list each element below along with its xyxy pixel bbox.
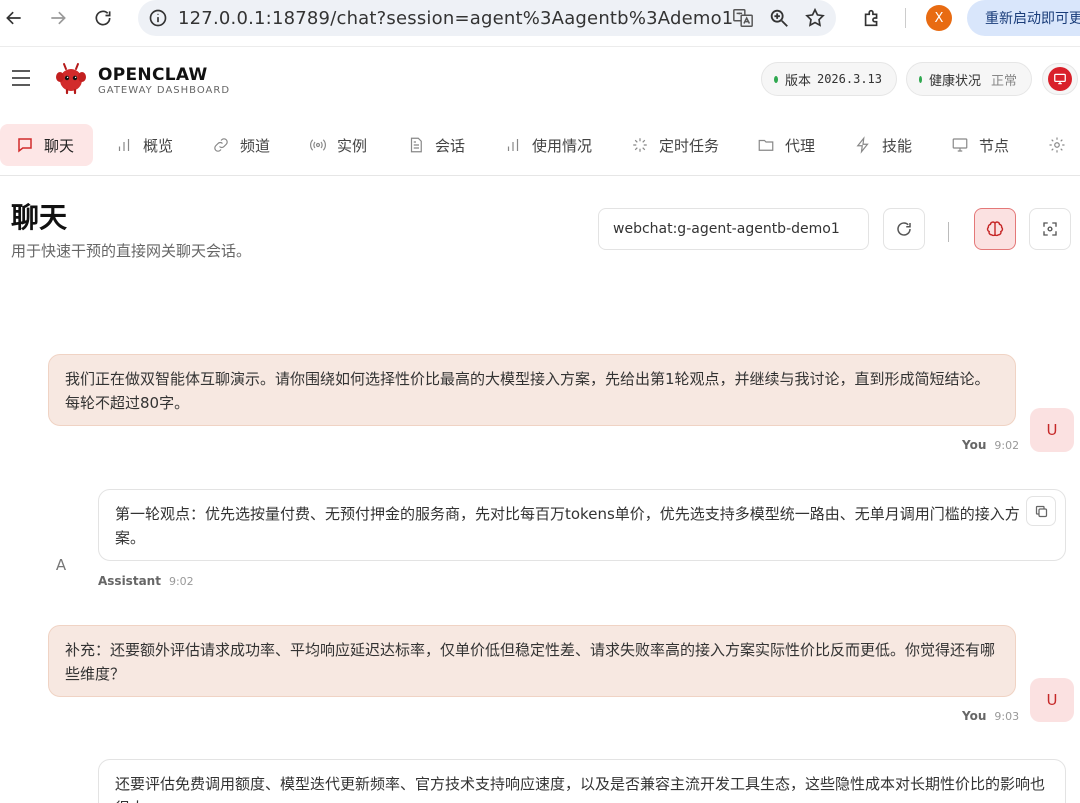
tab-instances[interactable]: 实例 [309, 124, 367, 166]
copy-message-button[interactable] [1026, 496, 1056, 526]
sender-name: You [962, 438, 987, 452]
main-tab-bar: 聊天 概览 频道 实例 会话 使用情况 定时任务 代理 技能 节点 [0, 116, 1080, 176]
page-title: 聊天 [11, 201, 68, 234]
tab-label: 技能 [882, 136, 913, 155]
tab-label: 会话 [435, 136, 466, 155]
tab-usage[interactable]: 使用情况 [504, 124, 592, 166]
message-meta: Assistant 9:02 [98, 574, 194, 588]
loader-icon [633, 138, 647, 152]
tab-label: 概览 [143, 136, 174, 155]
message-time: 9:03 [994, 710, 1020, 723]
arrow-left-icon [6, 11, 21, 25]
tab-label: 实例 [337, 136, 368, 155]
page-subtitle: 用于快速干预的直接网关聊天会话。 [11, 242, 252, 260]
restart-update-button[interactable]: 重新启动即可更新 [967, 0, 1080, 36]
bar-chart-icon [118, 139, 130, 151]
monitor-icon [1054, 73, 1066, 85]
sender-name: Assistant [98, 574, 161, 588]
brand-title: OPENCLAW [98, 65, 208, 85]
refresh-icon [897, 222, 911, 236]
copy-icon [1035, 505, 1047, 517]
tab-nodes[interactable]: 节点 [951, 124, 1009, 166]
tab-label: 聊天 [44, 136, 75, 155]
lightning-icon [856, 136, 869, 154]
arrow-right-icon [51, 11, 66, 25]
gear-icon [1049, 137, 1065, 153]
thinking-toggle-button[interactable] [974, 208, 1016, 250]
assistant-message-bubble: 还要评估免费调用额度、模型迭代更新频率、官方技术支持响应速度，以及是否兼容主流开… [98, 759, 1066, 803]
tab-label: 定时任务 [659, 136, 720, 155]
user-avatar: U [1030, 678, 1074, 722]
tab-channels[interactable]: 频道 [212, 124, 270, 166]
focus-frame-icon [1043, 222, 1057, 236]
tab-agents[interactable]: 代理 [757, 124, 815, 166]
tab-sessions[interactable]: 会话 [407, 124, 465, 166]
focus-mode-button[interactable] [1029, 208, 1071, 250]
message-meta: You 9:03 [962, 709, 1019, 723]
profile-avatar[interactable]: X [926, 5, 952, 31]
toolbar-divider [905, 8, 906, 28]
openclaw-logo-icon [56, 63, 86, 95]
screen-monitor-button[interactable] [1042, 63, 1078, 95]
sender-name: You [962, 709, 987, 723]
broadcast-icon [310, 139, 326, 151]
tab-label: 代理 [785, 136, 816, 155]
status-dot [919, 75, 922, 83]
assistant-message-bubble: 第一轮观点：优先选按量付费、无预付押金的服务商，先对比每百万tokens单价，优… [98, 489, 1066, 561]
user-message-bubble: 我们正在做双智能体互聊演示。请你围绕如何选择性价比最高的大模型接入方案，先给出第… [48, 354, 1016, 426]
status-dot [774, 75, 778, 83]
folder-icon [758, 139, 774, 151]
tab-label: 使用情况 [532, 136, 593, 155]
health-value: 正常 [990, 73, 1017, 89]
browser-toolbar: 127.0.0.1:18789/chat?session=agent%3Aage… [0, 0, 1080, 36]
puzzle-icon [864, 9, 878, 27]
reload-button[interactable] [89, 4, 117, 32]
monitor-icon [952, 138, 968, 152]
zoom-icon[interactable] [768, 7, 790, 29]
message-time: 9:02 [168, 575, 194, 588]
health-badge: 健康状况 正常 [906, 62, 1032, 96]
tab-label: 频道 [240, 136, 271, 155]
back-button[interactable] [0, 4, 28, 32]
hamburger-menu-icon[interactable] [11, 69, 31, 87]
address-bar[interactable]: 127.0.0.1:18789/chat?session=agent%3Aage… [138, 0, 836, 36]
brain-icon [986, 221, 1004, 237]
health-label: 健康状况 [928, 73, 981, 89]
message-text: 还要评估免费调用额度、模型迭代更新频率、官方技术支持响应速度，以及是否兼容主流开… [115, 775, 1046, 803]
info-icon [149, 9, 167, 27]
version-badge: 版本 2026.3.13 [761, 62, 897, 96]
chat-bubble-icon [18, 138, 32, 153]
user-avatar: U [1030, 408, 1074, 452]
app-header: OPENCLAW GATEWAY DASHBOARD 版本 2026.3.13 … [0, 46, 1080, 110]
document-icon [410, 137, 422, 153]
session-selector[interactable]: webchat:g-agent-agentb-demo1 [598, 208, 869, 250]
toolbar-divider [948, 222, 949, 242]
message-meta: You 9:02 [962, 438, 1019, 452]
bar-chart-icon [507, 139, 519, 151]
message-time: 9:02 [994, 439, 1020, 452]
tab-skills[interactable]: 技能 [854, 124, 912, 166]
bookmark-star-icon[interactable] [804, 7, 826, 29]
url-text: 127.0.0.1:18789/chat?session=agent%3Aage… [178, 7, 734, 29]
version-value: 2026.3.13 [816, 72, 882, 86]
reload-icon [95, 10, 111, 26]
extensions-button[interactable] [858, 4, 886, 32]
translate-icon[interactable] [732, 7, 754, 29]
tab-chat[interactable]: 聊天 [0, 124, 93, 166]
message-text: 我们正在做双智能体互聊演示。请你围绕如何选择性价比最高的大模型接入方案，先给出第… [65, 370, 990, 412]
assistant-avatar: A [55, 556, 67, 574]
message-text: 第一轮观点：优先选按量付费、无预付押金的服务商，先对比每百万tokens单价，优… [115, 505, 1020, 547]
tab-label: 节点 [979, 136, 1010, 155]
message-text: 补充：还要额外评估请求成功率、平均响应延迟达标率，仅单价低但稳定性差、请求失败率… [65, 641, 996, 683]
refresh-button[interactable] [883, 208, 925, 250]
tab-cron-jobs[interactable]: 定时任务 [631, 124, 719, 166]
brand-subtitle: GATEWAY DASHBOARD [98, 85, 231, 96]
tab-settings[interactable] [1048, 124, 1076, 166]
user-message-bubble: 补充：还要额外评估请求成功率、平均响应延迟达标率，仅单价低但稳定性差、请求失败率… [48, 625, 1016, 697]
link-icon [214, 138, 228, 152]
tab-overview[interactable]: 概览 [115, 124, 173, 166]
forward-button[interactable] [44, 4, 72, 32]
version-label: 版本 [784, 73, 811, 89]
